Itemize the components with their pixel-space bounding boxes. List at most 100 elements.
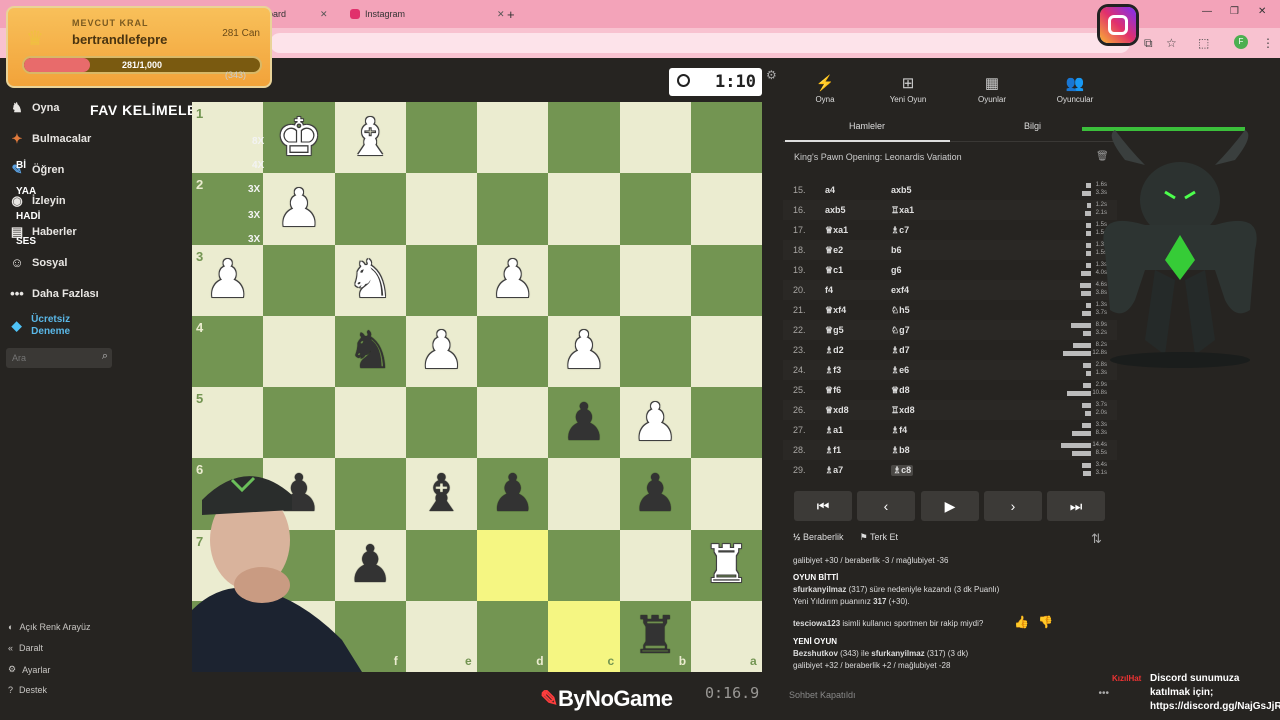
- star-icon[interactable]: ☆: [1166, 36, 1177, 50]
- white-move[interactable]: ♕e2: [825, 245, 843, 256]
- thumbs-up-icon[interactable]: 👍: [1014, 615, 1029, 629]
- white-piece[interactable]: ♜: [691, 530, 762, 601]
- board-square[interactable]: [548, 173, 620, 245]
- black-move[interactable]: ♗b8: [891, 445, 910, 456]
- search-box[interactable]: ⌕: [6, 348, 112, 368]
- board-square[interactable]: [477, 387, 549, 459]
- board-square[interactable]: [334, 173, 406, 245]
- discord-link[interactable]: https://discord.gg/NajGsJjR: [1150, 700, 1280, 714]
- sidebar-item-play[interactable]: ♞ Oyna: [8, 100, 59, 116]
- black-move[interactable]: ♘g7: [891, 325, 910, 336]
- white-piece[interactable]: ♝: [335, 102, 406, 173]
- sidebar-bottom-settings[interactable]: ⚙ Ayarlar: [8, 664, 50, 675]
- black-move[interactable]: ♖xd8: [891, 405, 915, 416]
- resign-button[interactable]: ⚑ Terk Et: [860, 532, 898, 543]
- black-piece[interactable]: ♟: [477, 458, 548, 529]
- white-move[interactable]: ♕c1: [825, 265, 843, 276]
- maximize-icon[interactable]: ❐: [1230, 6, 1239, 17]
- board-square[interactable]: [690, 387, 762, 459]
- board-square[interactable]: [263, 315, 335, 387]
- white-piece[interactable]: ♞: [335, 245, 406, 316]
- nav-players[interactable]: 👥 Oyuncular: [1035, 74, 1115, 104]
- white-piece[interactable]: ♟: [620, 387, 691, 458]
- sidebar-item-puzzles[interactable]: ✦ Bulmacalar: [8, 131, 92, 147]
- board-square[interactable]: [690, 102, 762, 174]
- black-move[interactable]: ♘h5: [891, 305, 910, 316]
- white-piece[interactable]: ♟: [477, 245, 548, 316]
- board-square[interactable]: [405, 387, 477, 459]
- board-square[interactable]: [405, 102, 477, 174]
- sidebar-item-more[interactable]: ••• Daha Fazlası: [8, 286, 98, 301]
- board-square[interactable]: [619, 244, 691, 316]
- black-move[interactable]: ♗f4: [891, 425, 907, 436]
- search-icon[interactable]: ⌕: [102, 350, 108, 363]
- board-square[interactable]: [619, 173, 691, 245]
- white-piece[interactable]: ♟: [406, 316, 477, 387]
- board-square[interactable]: [548, 529, 620, 601]
- extensions-icon[interactable]: ⬚: [1198, 36, 1209, 50]
- sidebar-bottom-collapse[interactable]: « Daralt: [8, 643, 43, 653]
- board-square[interactable]: [477, 102, 549, 174]
- address-field[interactable]: [270, 33, 1130, 53]
- black-move[interactable]: ♗c8: [891, 465, 914, 476]
- white-move[interactable]: ♕xd8: [825, 405, 849, 416]
- board-square[interactable]: [405, 173, 477, 245]
- board-settings-icon[interactable]: ⚙: [766, 68, 777, 82]
- board-square[interactable]: [548, 244, 620, 316]
- tab-info[interactable]: Bilgi: [1024, 121, 1041, 131]
- white-move[interactable]: f4: [825, 285, 833, 295]
- board-square[interactable]: [690, 244, 762, 316]
- black-piece[interactable]: ♝: [406, 458, 477, 529]
- profile-avatar[interactable]: F: [1234, 35, 1248, 49]
- black-move[interactable]: ♗c7: [891, 225, 909, 236]
- black-piece[interactable]: ♟: [548, 387, 619, 458]
- nav-games[interactable]: ▦ Oyunlar: [952, 74, 1032, 104]
- white-move[interactable]: a4: [825, 185, 835, 195]
- white-move[interactable]: ♗f1: [825, 445, 841, 456]
- white-move[interactable]: ♕xf4: [825, 305, 846, 316]
- play-button[interactable]: ▶: [921, 491, 979, 521]
- board-square[interactable]: [619, 102, 691, 174]
- board-square[interactable]: [477, 315, 549, 387]
- white-move[interactable]: ♗a1: [825, 425, 843, 436]
- chat-input[interactable]: Sohbet Kapatıldı •••: [783, 686, 1117, 706]
- white-move[interactable]: ♗f3: [825, 365, 841, 376]
- board-square[interactable]: [263, 387, 335, 459]
- sidebar-item-social[interactable]: ☺ Sosyal: [8, 255, 67, 270]
- board-square[interactable]: [548, 458, 620, 530]
- black-move[interactable]: axb5: [891, 185, 912, 195]
- board-square[interactable]: [619, 529, 691, 601]
- close-icon[interactable]: ✕: [320, 9, 328, 20]
- black-move[interactable]: ♗e6: [891, 365, 909, 376]
- first-move-button[interactable]: ⏮: [794, 491, 852, 521]
- white-move[interactable]: ♕f6: [825, 385, 841, 396]
- black-piece[interactable]: ♟: [620, 458, 691, 529]
- draw-button[interactable]: ½ Beraberlik: [793, 532, 844, 543]
- board-square[interactable]: [263, 244, 335, 316]
- thumbs-down-icon[interactable]: 👎: [1038, 615, 1053, 629]
- white-move[interactable]: ♕g5: [825, 325, 844, 336]
- board-square[interactable]: [690, 315, 762, 387]
- sidebar-item-free-trial[interactable]: ◆ Ücretsiz Deneme: [8, 314, 108, 338]
- board-square[interactable]: [334, 387, 406, 459]
- black-piece[interactable]: ♞: [335, 316, 406, 387]
- board-square[interactable]: [690, 173, 762, 245]
- board-square[interactable]: [405, 244, 477, 316]
- nav-new-game[interactable]: ⊞ Yeni Oyun: [868, 74, 948, 104]
- more-icon[interactable]: •••: [1098, 688, 1109, 699]
- white-move[interactable]: ♗a7: [825, 465, 843, 476]
- white-move[interactable]: ♗d2: [825, 345, 844, 356]
- minimize-icon[interactable]: —: [1202, 6, 1212, 17]
- white-piece[interactable]: ♟: [263, 173, 334, 244]
- white-move[interactable]: ♕xa1: [825, 225, 848, 236]
- prev-move-button[interactable]: ‹: [857, 491, 915, 521]
- black-move[interactable]: ♕d8: [891, 385, 910, 396]
- black-move[interactable]: ♗d7: [891, 345, 910, 356]
- flip-board-icon[interactable]: ⇅: [1091, 531, 1102, 547]
- white-piece[interactable]: ♟: [192, 245, 263, 316]
- new-tab-button[interactable]: +: [507, 4, 515, 24]
- black-move[interactable]: g6: [891, 265, 902, 275]
- cast-icon[interactable]: ⧉: [1144, 36, 1153, 51]
- board-square[interactable]: [477, 529, 549, 601]
- sidebar-bottom-light-theme[interactable]: ◐ Açık Renk Arayüz: [8, 622, 90, 632]
